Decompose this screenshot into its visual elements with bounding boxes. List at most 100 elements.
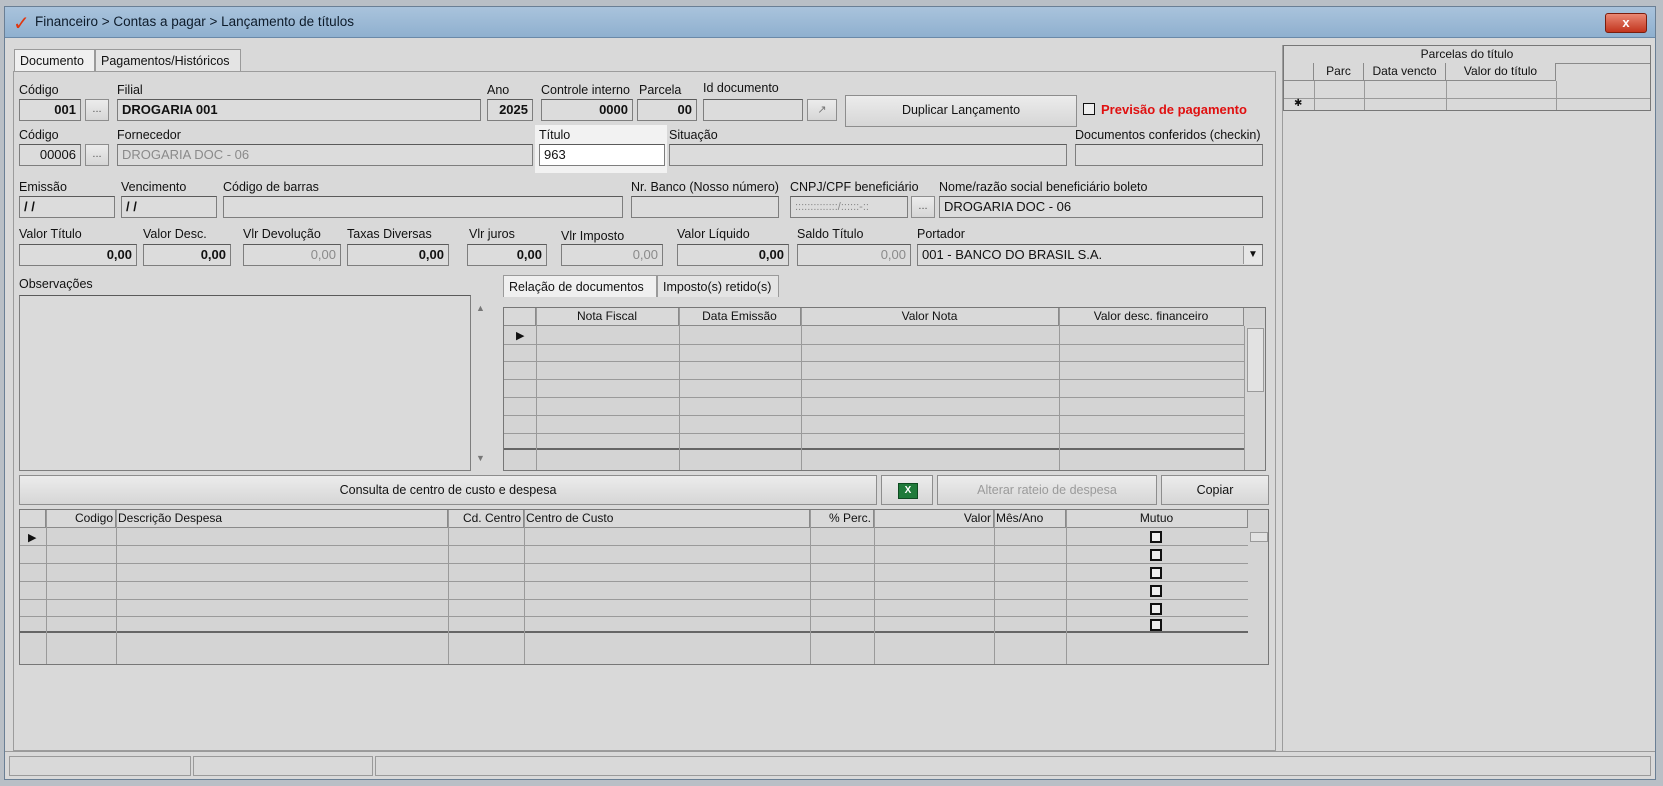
tab-pagamentos-historicos[interactable]: Pagamentos/Históricos [95,49,241,71]
ano-label: Ano [487,83,510,97]
tab-documento[interactable]: Documento [14,49,95,71]
col-data-vencto[interactable]: Data vencto [1364,63,1446,81]
codigo-barras-label: Código de barras [223,180,319,194]
valor-titulo-field[interactable]: 0,00 [19,244,137,266]
col-valor[interactable]: Valor [874,510,994,528]
codigo-fornecedor-field[interactable]: 00006 [19,144,81,166]
vlr-imposto-field[interactable]: 0,00 [561,244,663,266]
tab-impostos-retidos[interactable]: Imposto(s) retido(s) [657,275,779,297]
observacoes-label: Observações [19,277,93,291]
codigo-barras-field[interactable] [223,196,623,218]
documentos-conferidos-label: Documentos conferidos (checkin) [1075,128,1261,142]
taxas-diversas-label: Taxas Diversas [347,227,432,241]
mutuo-checkbox[interactable] [1150,585,1162,597]
mutuo-checkbox[interactable] [1150,549,1162,561]
fornecedor-field[interactable]: DROGARIA DOC - 06 [117,144,533,166]
col-centro-custo[interactable]: Centro de Custo [524,510,810,528]
duplicar-lancamento-button[interactable]: Duplicar Lançamento [845,95,1077,127]
valor-liquido-field[interactable]: 0,00 [677,244,789,266]
cost-scroll-thumb[interactable] [1250,532,1268,542]
previsao-pagamento-label: Previsão de pagamento [1101,102,1247,117]
documentos-scroll-thumb[interactable] [1247,328,1264,392]
valor-titulo-label: Valor Título [19,227,82,241]
observacoes-scroll-down-icon[interactable]: ▼ [476,453,485,463]
portador-select[interactable]: 001 - BANCO DO BRASIL S.A. [917,244,1263,266]
portador-dropdown-icon[interactable]: ▼ [1243,246,1262,264]
app-logo-icon: ✓ [13,11,30,35]
mutuo-checkbox[interactable] [1150,603,1162,615]
nome-beneficiario-field[interactable]: DROGARIA DOC - 06 [939,196,1263,218]
col-mutuo[interactable]: Mutuo [1066,510,1248,528]
mutuo-checkbox[interactable] [1150,619,1162,631]
parcela-field[interactable]: 00 [637,99,697,121]
valor-liquido-label: Valor Líquido [677,227,750,241]
vencimento-field[interactable]: / / [121,196,217,218]
taxas-diversas-field[interactable]: 0,00 [347,244,449,266]
emissao-field[interactable]: / / [19,196,115,218]
col-nota-fiscal[interactable]: Nota Fiscal [536,308,679,326]
ano-field[interactable]: 2025 [487,99,533,121]
filial-lookup-button[interactable]: ... [85,99,109,121]
codigo-label: Código [19,83,59,97]
valor-desc-field[interactable]: 0,00 [143,244,231,266]
beneficiario-lookup-button[interactable]: ... [911,196,935,218]
saldo-titulo-field[interactable]: 0,00 [797,244,911,266]
id-documento-picker-icon[interactable]: ↗ [807,99,837,121]
documentos-grid: Nota Fiscal Data Emissão Valor Nota Valo… [503,307,1266,471]
filial-field[interactable]: DROGARIA 001 [117,99,481,121]
controle-interno-field[interactable]: 0000 [541,99,633,121]
copiar-button[interactable]: Copiar [1161,475,1269,505]
observacoes-scroll-up-icon[interactable]: ▲ [476,303,485,313]
current-row-icon: ▶ [516,330,525,342]
id-documento-field[interactable] [703,99,803,121]
mutuo-checkbox[interactable] [1150,567,1162,579]
observacoes-textarea[interactable] [19,295,471,471]
vlr-imposto-label: Vlr Imposto [561,229,625,243]
valor-desc-label: Valor Desc. [143,227,207,241]
col-valor-titulo[interactable]: Valor do título [1446,63,1556,81]
nr-banco-label: Nr. Banco (Nosso número) [631,180,779,194]
col-data-emissao[interactable]: Data Emissão [679,308,801,326]
documentos-conferidos-field[interactable] [1075,144,1263,166]
mutuo-checkbox[interactable] [1150,531,1162,543]
vlr-juros-field[interactable]: 0,00 [467,244,547,266]
vlr-devolucao-field[interactable]: 0,00 [243,244,341,266]
parcelas-divider [1282,45,1283,751]
main-window: ✓ Financeiro > Contas a pagar > Lançamen… [4,6,1656,780]
codigo-filial-field[interactable]: 001 [19,99,81,121]
portador-label: Portador [917,227,965,241]
consulta-centro-custo-button[interactable]: Consulta de centro de custo e despesa [19,475,877,505]
vlr-juros-label: Vlr juros [469,227,515,241]
nr-banco-field[interactable] [631,196,779,218]
situacao-field[interactable] [669,144,1067,166]
col-perc[interactable]: % Perc. [810,510,874,528]
col-codigo[interactable]: Codigo [46,510,116,528]
window-title: Financeiro > Contas a pagar > Lançamento… [35,14,354,29]
new-row-icon: ✱ [1294,98,1303,109]
status-bar [5,751,1655,780]
nome-beneficiario-label: Nome/razão social beneficiário boleto [939,180,1148,194]
col-cd-centro[interactable]: Cd. Centro [448,510,524,528]
saldo-titulo-label: Saldo Título [797,227,864,241]
parcelas-title: Parcelas do título [1284,46,1650,64]
status-segment-1 [9,756,191,776]
cost-grid-corner [20,510,46,528]
status-segment-2 [193,756,373,776]
col-mes-ano[interactable]: Mês/Ano [994,510,1066,528]
parcela-label: Parcela [639,83,682,97]
tab-relacao-documentos[interactable]: Relação de documentos [503,275,657,297]
col-valor-nota[interactable]: Valor Nota [801,308,1059,326]
col-valor-desc-financeiro[interactable]: Valor desc. financeiro [1059,308,1244,326]
previsao-pagamento-checkbox[interactable] [1083,103,1095,115]
cnpj-beneficiario-field[interactable]: ::::::::::::::/::::::-:: [790,196,908,218]
fornecedor-label: Fornecedor [117,128,181,142]
titulo-field[interactable]: 963 [539,144,665,166]
close-button[interactable]: x [1605,13,1647,33]
col-parc[interactable]: Parc [1314,63,1364,81]
col-descricao-despesa[interactable]: Descrição Despesa [116,510,448,528]
excel-export-button[interactable]: X [881,475,933,505]
emissao-label: Emissão [19,180,67,194]
fornecedor-lookup-button[interactable]: ... [85,144,109,166]
alterar-rateio-button[interactable]: Alterar rateio de despesa [937,475,1157,505]
documentos-scrollbar[interactable] [1244,326,1265,470]
